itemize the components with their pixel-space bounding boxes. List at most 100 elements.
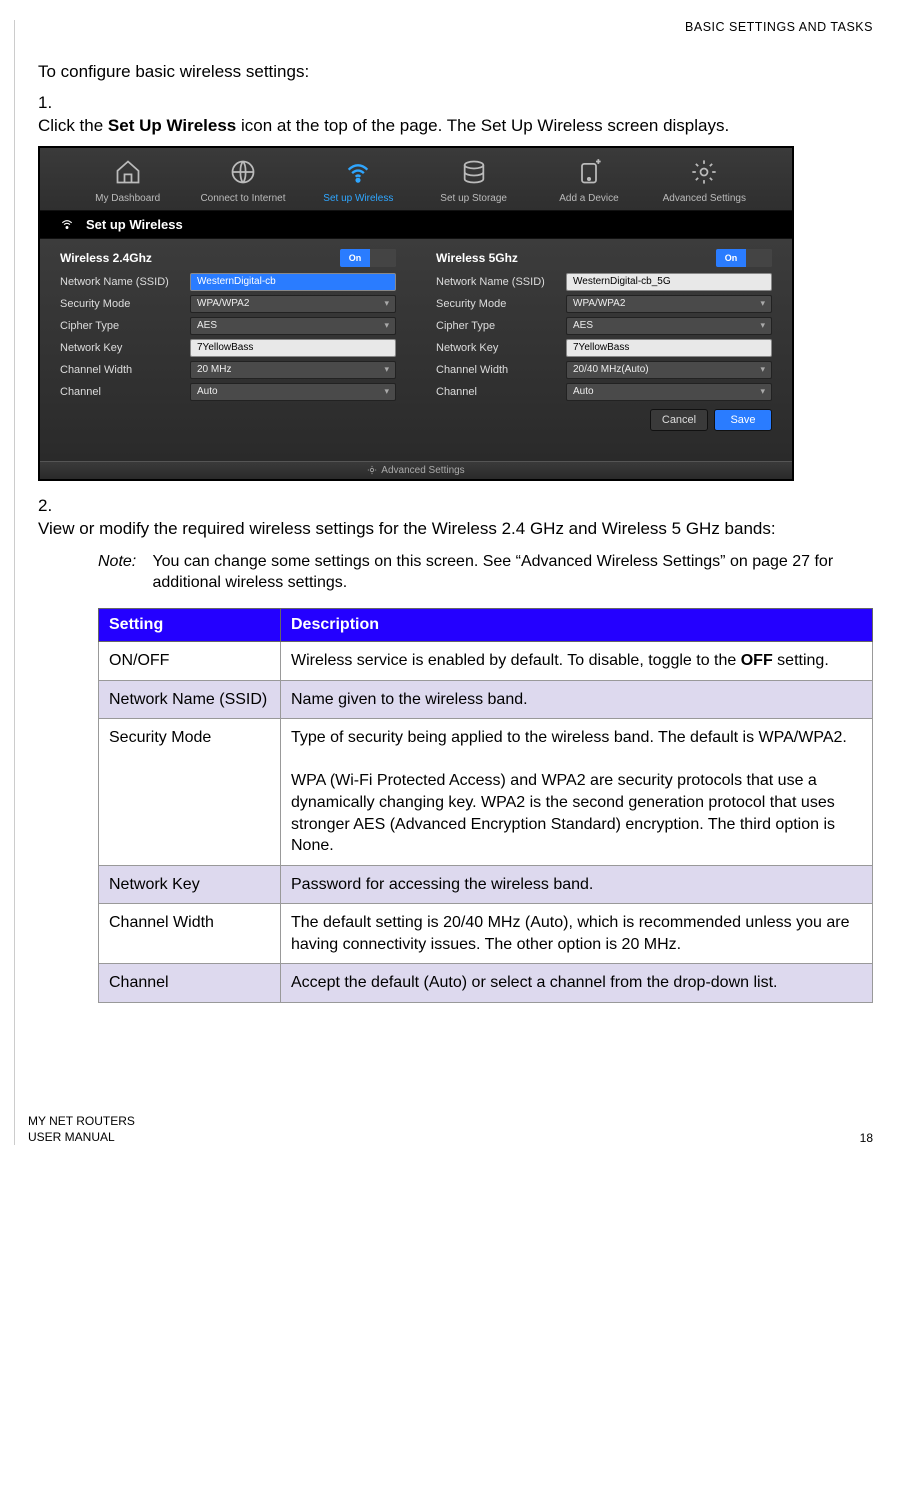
step-1-post: icon at the top of the page. The Set Up … [236,116,729,135]
cell-setting: Channel Width [99,904,281,964]
step-2-text: View or modify the required wireless set… [38,518,843,541]
nav-dashboard[interactable]: My Dashboard [78,158,178,204]
step-1-bold: Set Up Wireless [108,116,236,135]
width-24-select[interactable]: 20 MHz▾ [190,361,396,379]
save-button[interactable]: Save [714,409,772,431]
note-text: You can change some settings on this scr… [152,551,871,594]
storage-icon [457,158,491,186]
page-footer: MY NET ROUTERS USER MANUAL 18 [28,1113,873,1145]
advanced-settings-bar[interactable]: Advanced Settings [40,461,792,479]
key-24-input[interactable]: 7YellowBass [190,339,396,357]
wifi-icon [341,158,375,186]
step-1-number: 1. [38,92,64,115]
globe-icon [226,158,260,186]
nav-connect-label: Connect to Internet [193,193,293,204]
chevron-down-icon: ▾ [384,386,389,397]
step-2: 2. View or modify the required wireless … [38,495,873,541]
key-5-input[interactable]: 7YellowBass [566,339,772,357]
nav-wireless[interactable]: Set up Wireless [308,158,408,204]
chevron-down-icon: ▾ [760,320,765,331]
cell-setting: Network Key [99,865,281,904]
channel-5-value: Auto [573,386,594,397]
nav-connect[interactable]: Connect to Internet [193,158,293,204]
step-1: 1. Click the Set Up Wireless icon at the… [38,92,873,138]
note-block: Note: You can change some settings on th… [98,551,873,594]
width-5-label: Channel Width [436,364,566,376]
ssid-24-value: WesternDigital-cb [197,276,276,287]
panel-subhead-label: Set up Wireless [86,217,183,232]
cell-desc-pre: Wireless service is enabled by default. … [291,652,741,669]
width-24-label: Channel Width [60,364,190,376]
wireless-24-title: Wireless 2.4Ghz [60,251,152,265]
toggle-on-label: On [340,249,370,267]
security-24-value: WPA/WPA2 [197,298,249,309]
chevron-down-icon: ▾ [760,364,765,375]
wifi-small-icon [58,217,76,231]
nav-advanced[interactable]: Advanced Settings [654,158,754,204]
security-5-value: WPA/WPA2 [573,298,625,309]
step-1-pre: Click the [38,116,108,135]
nav-dashboard-label: My Dashboard [78,193,178,204]
nav-device-label: Add a Device [539,193,639,204]
key-24-label: Network Key [60,342,190,354]
nav-storage-label: Set up Storage [424,193,524,204]
footer-line1: MY NET ROUTERS [28,1113,135,1129]
channel-24-select[interactable]: Auto▾ [190,383,396,401]
wireless-setup-screenshot: My Dashboard Connect to Internet Set up … [38,146,794,481]
security-5-select[interactable]: WPA/WPA2 ▾ [566,295,772,313]
cipher-24-select[interactable]: AES ▾ [190,317,396,335]
table-row: Security Mode Type of security being app… [99,719,873,866]
cell-desc: The default setting is 20/40 MHz (Auto),… [281,904,873,964]
nav-advanced-label: Advanced Settings [654,193,754,204]
cipher-24-label: Cipher Type [60,320,190,332]
channel-5-select[interactable]: Auto ▾ [566,383,772,401]
th-description: Description [281,608,873,641]
add-device-icon [572,158,606,186]
table-row: ON/OFF Wireless service is enabled by de… [99,641,873,680]
wireless-24-toggle[interactable]: On [340,249,396,267]
cipher-5-select[interactable]: AES▾ [566,317,772,335]
panel-subhead: Set up Wireless [40,211,792,239]
wireless-5-title: Wireless 5Ghz [436,251,518,265]
ssid-24-label: Network Name (SSID) [60,276,190,288]
gear-icon [687,158,721,186]
width-5-value: 20/40 MHz(Auto) [573,364,649,375]
cell-desc-post: setting. [773,652,829,669]
th-setting: Setting [99,608,281,641]
top-nav: My Dashboard Connect to Internet Set up … [40,148,792,211]
wireless-24-column: Wireless 2.4Ghz On Network Name (SSID) We… [60,249,396,431]
cipher-5-label: Cipher Type [436,320,566,332]
width-5-select[interactable]: 20/40 MHz(Auto) ▾ [566,361,772,379]
key-24-value: 7YellowBass [197,342,253,353]
table-row: Network Name (SSID) Name given to the wi… [99,680,873,719]
key-5-value: 7YellowBass [573,342,629,353]
channel-24-label: Channel [60,386,190,398]
ssid-5-input[interactable]: WesternDigital-cb_5G [566,273,772,291]
chevron-down-icon: ▾ [384,320,389,331]
width-24-value: 20 MHz [197,364,231,375]
cell-setting: Network Name (SSID) [99,680,281,719]
nav-wireless-label: Set up Wireless [308,193,408,204]
security-24-select[interactable]: WPA/WPA2 ▾ [190,295,396,313]
intro-text: To configure basic wireless settings: [38,62,873,82]
cell-desc: Type of security being applied to the wi… [281,719,873,866]
cell-setting: Channel [99,964,281,1003]
nav-device[interactable]: Add a Device [539,158,639,204]
cancel-button[interactable]: Cancel [650,409,708,431]
cipher-24-value: AES [197,320,217,331]
channel-5-label: Channel [436,386,566,398]
table-row: Network Key Password for accessing the w… [99,865,873,904]
cell-desc: Name given to the wireless band. [281,680,873,719]
security-24-label: Security Mode [60,298,190,310]
ssid-24-input[interactable]: WesternDigital-cb [190,273,396,291]
chevron-down-icon: ▾ [384,298,389,309]
cell-setting: ON/OFF [99,641,281,680]
cell-desc: Accept the default (Auto) or select a ch… [281,964,873,1003]
nav-storage[interactable]: Set up Storage [424,158,524,204]
note-label: Note: [98,551,148,573]
chevron-down-icon: ▾ [760,386,765,397]
table-row: Channel Accept the default (Auto) or sel… [99,964,873,1003]
chevron-down-icon: ▾ [760,298,765,309]
wireless-5-column: Wireless 5Ghz On Network Name (SSID)West… [436,249,772,431]
wireless-5-toggle[interactable]: On [716,249,772,267]
